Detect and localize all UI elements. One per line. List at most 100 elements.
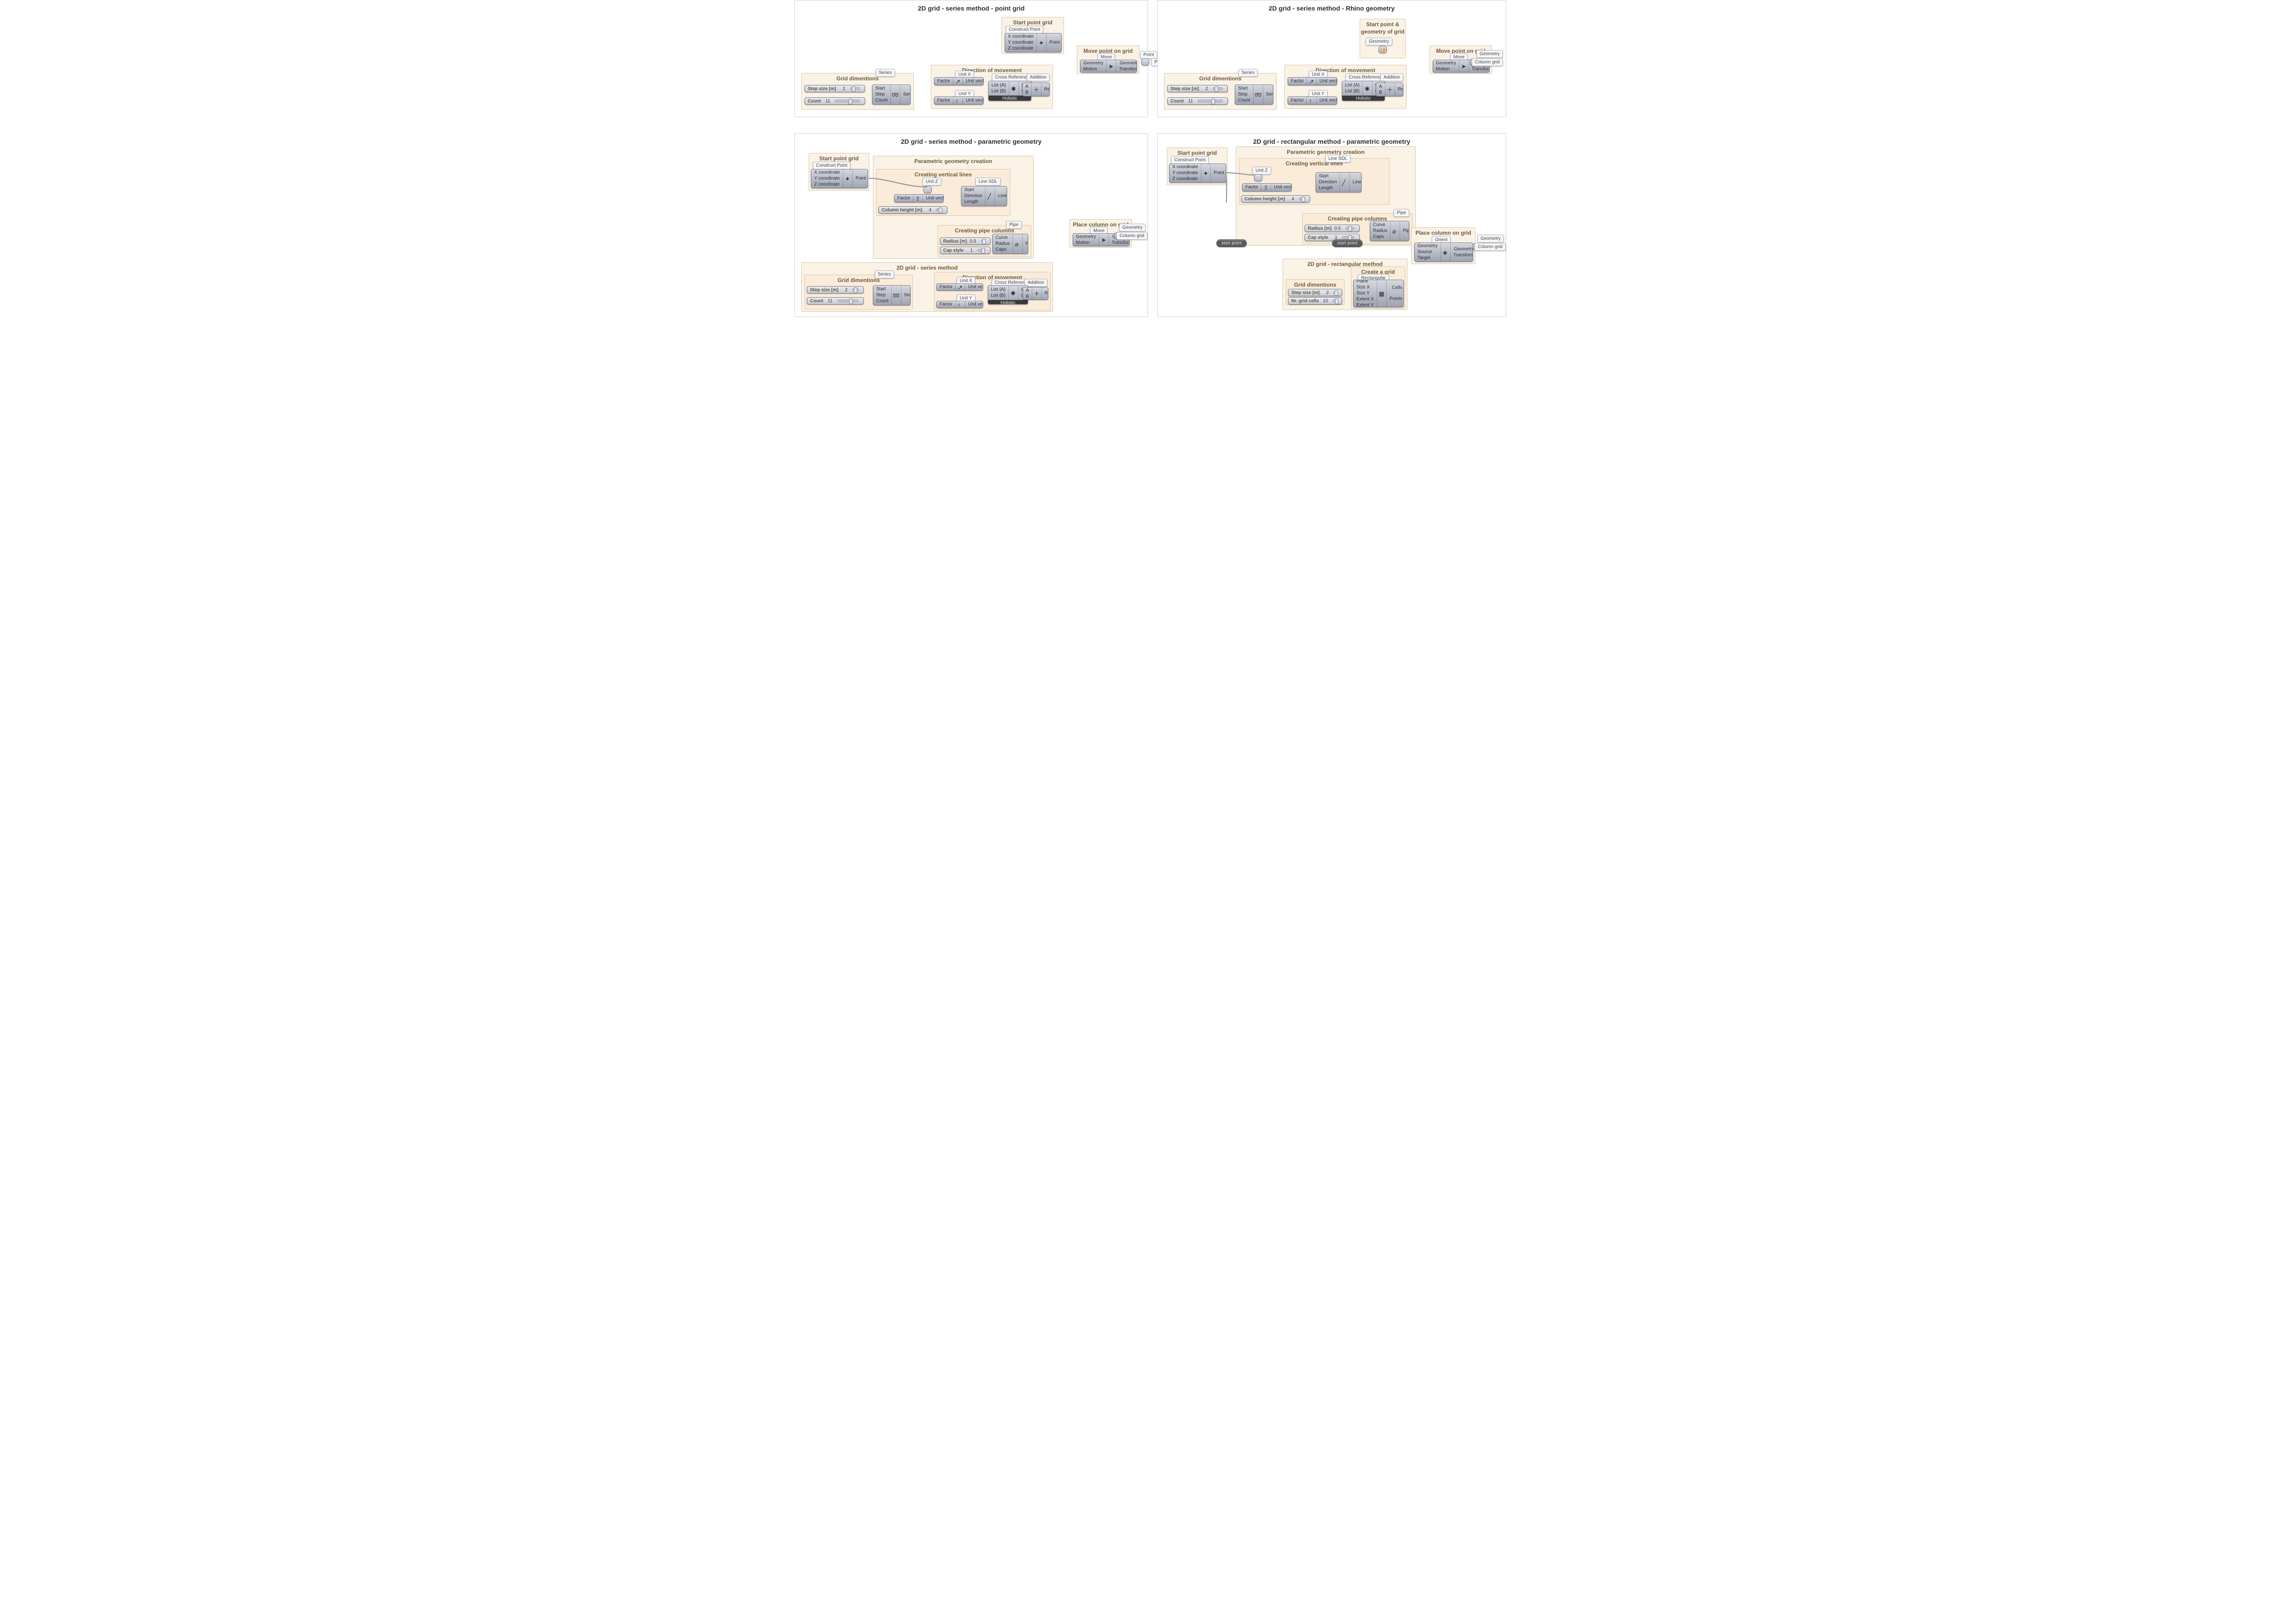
node-unit-z[interactable]: Factor ⇧ Unit vector (894, 194, 944, 203)
slider-step-size[interactable]: Step size [m] 2 (1288, 289, 1342, 296)
port-in: B (1379, 90, 1382, 96)
port-in: Geometry (1418, 243, 1438, 249)
subgroup-vertical-lines: Creating vertical lines Unit Z Line SDL … (1239, 158, 1390, 205)
port-in: List {A} (991, 83, 1006, 88)
param-geometry[interactable] (1379, 46, 1387, 53)
chip-column-grid: Column grid (1116, 232, 1148, 240)
node-series[interactable]: Start Step Count ➿ Series (872, 85, 911, 105)
node-pipe[interactable]: Curve Radius Caps ⌀ Pipe (992, 234, 1028, 254)
port-in: Target (1418, 255, 1438, 261)
node-series[interactable]: Start Step Count ➿ Series (1235, 85, 1273, 105)
node-addition[interactable]: A B ＋ Result (1022, 83, 1050, 96)
relay-start-point[interactable]: start point (1332, 239, 1362, 247)
param-point-in[interactable] (1254, 174, 1262, 181)
pipe-icon: ⌀ (1015, 241, 1020, 247)
group-2d-series: 2D grid - series method Grid dimentions … (801, 262, 1053, 312)
chip-construct-point: Construct Point (1006, 26, 1043, 34)
node-addition[interactable]: A B ＋ Result (1376, 83, 1403, 96)
port-out: Transform (1119, 67, 1137, 72)
node-line-sdl[interactable]: Start Direction Length ╱ Line (961, 186, 1007, 206)
slider-step-size[interactable]: Step size [m] 2 (1167, 85, 1228, 92)
node-orient[interactable]: Geometry Source Target ◈ Geometry Transf… (1414, 243, 1473, 262)
node-unit-y[interactable]: Factor ↑ Unit vector (1288, 96, 1337, 105)
port-in: Start (876, 287, 889, 292)
port-in: Geometry (1436, 61, 1456, 66)
group-direction-of-movement: Direction of movement Unit X Unit Y Cros… (1284, 65, 1407, 109)
slider-label: Cap style (1308, 235, 1328, 241)
slider-label: Step size [m] (1171, 86, 1199, 92)
slider-step-size[interactable]: Step size [m] 2 (807, 286, 864, 294)
slider-radius[interactable]: Radius [m] 0.5 (1305, 225, 1360, 232)
node-pipe[interactable]: Curve Radius Caps ⌀ Pipe (1370, 221, 1409, 241)
plus-icon: ＋ (1387, 86, 1393, 93)
group-title: Parametric geometry creation (873, 158, 1033, 165)
node-cross-reference[interactable]: List {A} List {B} ✱ List {A} List {B} Ho… (988, 285, 1028, 305)
slider-count[interactable]: Count 11 (805, 97, 865, 105)
node-construct-point[interactable]: X coordinate Y coordinate Z coordinate ✦… (1169, 164, 1226, 183)
slider-count[interactable]: Count 11 (807, 297, 864, 305)
port-in: Count (876, 299, 889, 304)
port-in: Radius (996, 241, 1010, 247)
chip-addition: Addition (1024, 279, 1047, 287)
port-out: Unit vector (1319, 98, 1337, 103)
node-addition[interactable]: A B ＋ Result (1023, 287, 1048, 300)
node-series[interactable]: Start Step Count ➿ Series (873, 285, 911, 305)
group-move-point: Move point on grid Move Geometry Motion … (1077, 45, 1139, 74)
node-unit-x[interactable]: Factor ↗ Unit vector (1288, 77, 1337, 85)
panel-title: 2D grid - rectangular method - parametri… (1158, 137, 1506, 146)
slider-value: 4 (925, 207, 931, 213)
chip-pipe: Pipe (1006, 221, 1022, 229)
port-in: Extent X (1356, 297, 1374, 302)
subgroup-grid-dimensions: Grid dimentions Series Step size [m] 2 C… (805, 275, 913, 310)
chip-point: Point (1140, 51, 1157, 59)
node-construct-point[interactable]: X coordinate Y coordinate Z coordinate ✦… (1005, 33, 1062, 52)
port-in: Z coordinate (1172, 176, 1198, 182)
node-unit-x[interactable]: Factor ↗ Unit vector (934, 77, 984, 85)
slider-grid-cells[interactable]: Nr. grid cells 10 (1288, 297, 1342, 305)
port-in: Caps (1373, 234, 1387, 240)
port-out: Unit vector (968, 302, 983, 307)
node-construct-point[interactable]: X coordinate Y coordinate Z coordinate ✦… (811, 169, 868, 188)
chip-geometry: Geometry (1477, 235, 1504, 243)
xyz-icon: ✦ (1039, 40, 1044, 46)
node-rectangular[interactable]: Plane Size X Size Y Extent X Extent Y ▦ … (1353, 280, 1404, 307)
param-point[interactable] (1141, 58, 1149, 66)
group-parametric-geometry: Parametric geometry creation Creating ve… (873, 156, 1034, 259)
xyz-icon: ✦ (1203, 170, 1209, 176)
port-in: Factor (1291, 98, 1304, 103)
slider-label: Step size [m] (1291, 290, 1320, 296)
node-unit-y[interactable]: Factor ↑ Unit vector (934, 96, 984, 105)
chip-unitz: Unit Z (923, 178, 941, 186)
port-out: Geometry (1119, 61, 1137, 66)
slider-count[interactable]: Count 11 (1167, 97, 1228, 105)
slider-column-height[interactable]: Column height [m] 4 (1241, 195, 1310, 203)
z-axis-icon: ⇧ (915, 195, 921, 202)
slider-column-height[interactable]: Column height [m] 4 (878, 206, 947, 214)
port-out: Transform (1453, 253, 1473, 258)
slider-step-size[interactable]: Step size [m] 2 (805, 85, 865, 92)
port-out: Point (855, 176, 866, 181)
port-in: Caps (996, 247, 1010, 253)
node-unit-z[interactable]: Factor ⇧ Unit vector (1242, 183, 1292, 192)
port-out: Pipe (1025, 241, 1028, 247)
group-title: Grid dimentions (802, 75, 913, 83)
port-in: Factor (937, 79, 950, 84)
slider-value: 0.5 (1334, 226, 1341, 232)
node-unit-y[interactable]: Factor ↑ Unit vector (936, 301, 983, 308)
node-unit-x[interactable]: Factor ↗ Unit vector (936, 283, 983, 291)
port-in: Extent Y (1356, 303, 1374, 307)
slider-value: 2 (841, 287, 848, 293)
group-title: Grid dimentions (805, 277, 912, 284)
port-in: Start (964, 187, 982, 193)
slider-radius[interactable]: Radius [m] 0.5 (940, 237, 990, 245)
node-line-sdl[interactable]: Start Direction Length ╱ Line (1316, 172, 1362, 192)
node-move[interactable]: Geometry Motion ➤ Geometry Transform (1080, 60, 1137, 73)
param-point-in[interactable] (923, 186, 932, 193)
slider-cap-style[interactable]: Cap style 1 (940, 247, 990, 254)
slider-label: Radius [m] (1308, 226, 1332, 232)
relay-start-point[interactable]: start point (1216, 239, 1247, 247)
move-icon: ➤ (1101, 237, 1107, 243)
plus-icon: ＋ (1034, 290, 1040, 297)
port-in: Factor (897, 196, 910, 201)
port-in: Y coordinate (1008, 40, 1034, 45)
